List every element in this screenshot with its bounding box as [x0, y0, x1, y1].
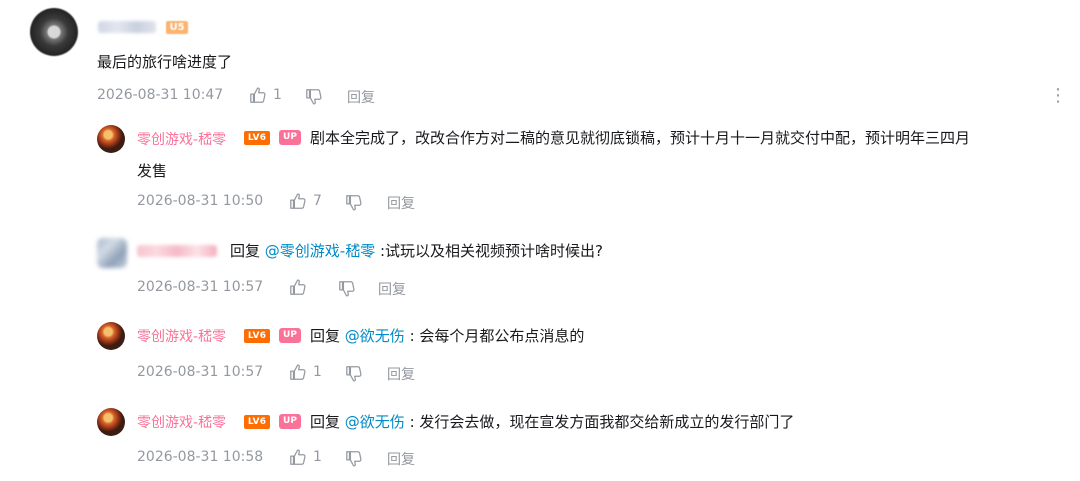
reply-username[interactable]: 零创游戏-嵇零 [137, 129, 226, 149]
reply-text: 剧本全完成了，改改合作方对二稿的意见就彻底锁稿，预计十月十一月就交付中配，预计明… [310, 129, 971, 147]
level-badge: LV6 [244, 131, 270, 145]
like-count: 1 [273, 87, 282, 103]
like-count: 1 [313, 449, 322, 465]
reply-avatar[interactable] [97, 125, 125, 153]
thumbs-down-icon[interactable] [305, 88, 323, 106]
avatar[interactable] [30, 8, 78, 56]
reply-prefix: 回复 [310, 413, 341, 431]
reply-text: : 会每个月都公布点消息的 [404, 327, 585, 345]
reply-username[interactable]: 零创游戏-嵇零 [137, 326, 226, 346]
thumbs-up-icon[interactable] [289, 192, 307, 210]
reply-avatar[interactable] [97, 238, 127, 268]
reply-text: : 发行会去做，现在宣发方面我都交给新成立的发行部门了 [404, 413, 795, 431]
like-count: 1 [313, 364, 322, 380]
mention-link[interactable]: @零创游戏-嵇零 [265, 242, 375, 260]
reply-avatar[interactable] [97, 408, 125, 436]
thumbs-up-icon[interactable] [289, 363, 307, 381]
level-badge: U5 [166, 21, 188, 34]
more-vertical-icon[interactable]: ⋮ [1049, 87, 1067, 105]
reply-text-line: 回复 @零创游戏-嵇零 :试玩以及相关视频预计啥时候出? [230, 238, 603, 264]
reply-button[interactable]: 回复 [347, 87, 375, 107]
thumbs-down-icon[interactable] [345, 194, 363, 212]
reply-avatar[interactable] [97, 322, 125, 350]
up-badge: UP [279, 414, 301, 429]
mention-link[interactable]: @欲无伤 [345, 327, 405, 345]
reply-text-line: 回复 @欲无伤 : 会每个月都公布点消息的 [310, 323, 584, 349]
reply-time: 2026-08-31 10:50 [137, 193, 264, 209]
reply-text: :试玩以及相关视频预计啥时候出? [375, 242, 604, 260]
level-badge: LV6 [244, 415, 270, 429]
thumbs-down-icon[interactable] [345, 450, 363, 468]
reply-button[interactable]: 回复 [387, 364, 415, 384]
reply-username[interactable]: 零创游戏-嵇零 [137, 412, 226, 432]
thumbs-up-icon[interactable] [289, 278, 307, 296]
reply-button[interactable]: 回复 [387, 449, 415, 469]
comment-text: 最后的旅行啥进度了 [97, 53, 233, 71]
up-badge: UP [279, 130, 301, 145]
username-blurred[interactable] [98, 21, 156, 33]
like-count: 7 [313, 193, 322, 209]
reply-time: 2026-08-31 10:57 [137, 364, 264, 380]
mention-link[interactable]: @欲无伤 [345, 413, 405, 431]
reply-time: 2026-08-31 10:57 [137, 279, 264, 295]
thumbs-down-icon[interactable] [338, 280, 356, 298]
thumbs-up-icon[interactable] [289, 448, 307, 466]
thumbs-up-icon[interactable] [249, 86, 267, 104]
reply-text-line: 回复 @欲无伤 : 发行会去做，现在宣发方面我都交给新成立的发行部门了 [310, 409, 794, 435]
reply-prefix: 回复 [310, 327, 341, 345]
thumbs-down-icon[interactable] [345, 365, 363, 383]
reply-text-continued: 发售 [137, 162, 168, 180]
reply-prefix: 回复 [230, 242, 261, 260]
up-badge: UP [279, 328, 301, 343]
reply-time: 2026-08-31 10:58 [137, 449, 264, 465]
level-badge: LV6 [244, 329, 270, 343]
reply-username-blurred[interactable] [137, 245, 217, 257]
reply-button[interactable]: 回复 [387, 193, 415, 213]
comment-time: 2026-08-31 10:47 [97, 87, 224, 103]
reply-button[interactable]: 回复 [378, 279, 406, 299]
